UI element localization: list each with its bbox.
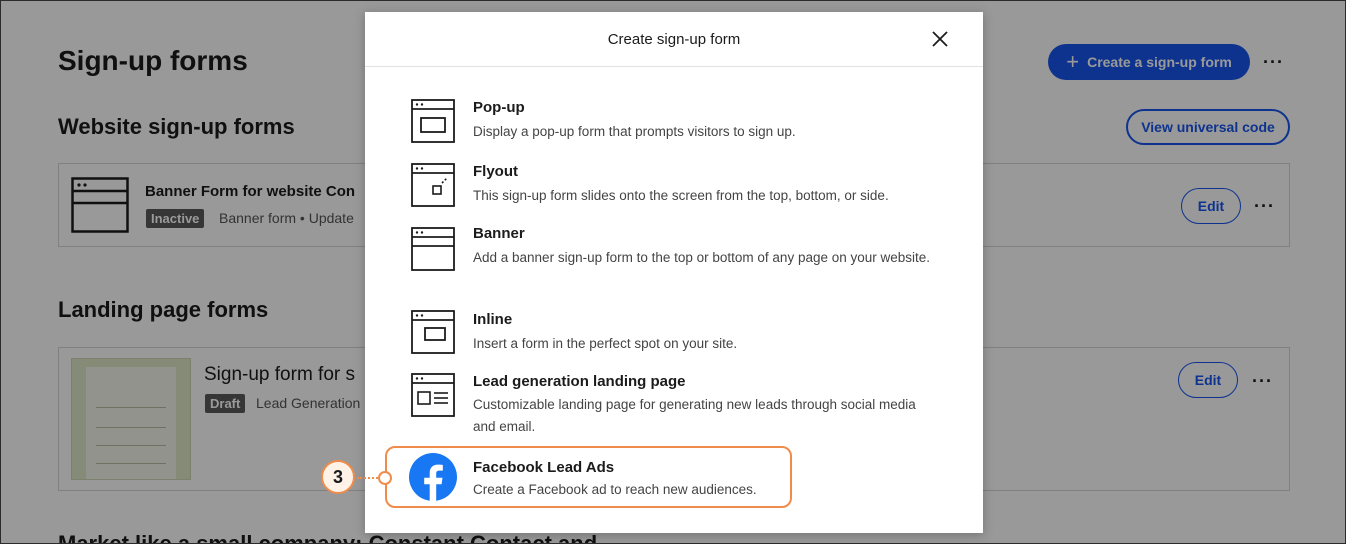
option-description: This sign-up form slides onto the screen…: [473, 188, 889, 203]
popup-form-icon: [411, 99, 455, 143]
option-title: Banner: [473, 225, 525, 242]
landing-page-icon: [411, 373, 455, 417]
close-icon[interactable]: [931, 30, 949, 48]
inline-form-icon: [411, 310, 455, 354]
option-banner[interactable]: Banner Add a banner sign-up form to the …: [411, 225, 941, 293]
option-title: Pop-up: [473, 99, 525, 116]
option-flyout[interactable]: Flyout This sign-up form slides onto the…: [411, 163, 941, 209]
option-popup[interactable]: Pop-up Display a pop-up form that prompt…: [411, 99, 941, 145]
callout-anchor: [378, 471, 392, 485]
option-description: Display a pop-up form that prompts visit…: [473, 124, 796, 139]
option-title: Lead generation landing page: [473, 373, 686, 390]
option-description: Customizable landing page for generating…: [473, 397, 916, 434]
option-description: Insert a form in the perfect spot on you…: [473, 336, 738, 351]
option-lead-generation-landing-page[interactable]: Lead generation landing page Customizabl…: [411, 373, 941, 439]
option-inline[interactable]: Inline Insert a form in the perfect spot…: [411, 310, 941, 356]
screenshot-frame: Sign-up forms + Create a sign-up form ··…: [0, 0, 1346, 544]
step-callout: 3: [321, 460, 355, 494]
highlight-box: [385, 446, 792, 508]
option-description: Add a banner sign-up form to the top or …: [473, 250, 931, 265]
dialog-title: Create sign-up form: [607, 31, 741, 48]
dialog-header: Create sign-up form: [365, 12, 983, 67]
option-title: Inline: [473, 311, 513, 328]
flyout-form-icon: [411, 163, 455, 207]
option-title: Flyout: [473, 163, 518, 180]
banner-form-icon: [411, 227, 455, 271]
